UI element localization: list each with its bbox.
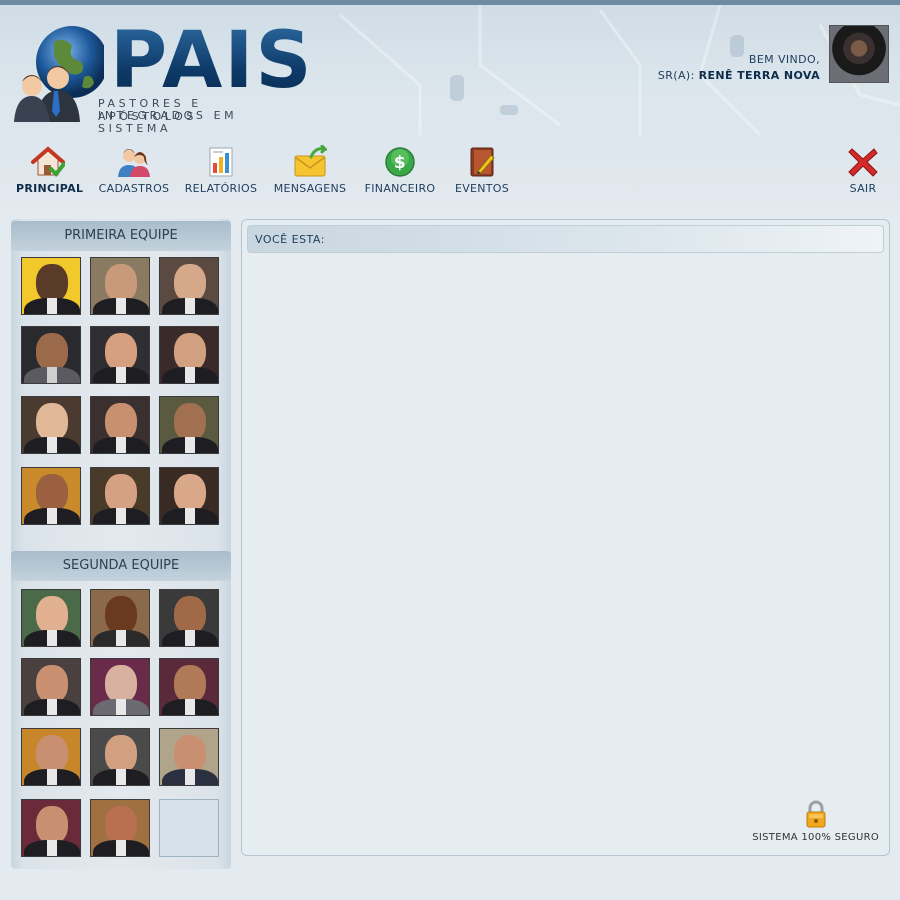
team1-member-photo[interactable] [90, 467, 150, 525]
team2-member-photo[interactable] [159, 658, 219, 716]
team2-title: SEGUNDA EQUIPE [11, 551, 231, 581]
welcome-message: BEM VINDO, SR(A): RENÊ TERRA NOVA [658, 52, 820, 84]
team1-member-photo[interactable] [90, 326, 150, 384]
welcome-line: BEM VINDO, [748, 53, 820, 66]
menu-item-mensagens[interactable]: MENSAGENS [272, 145, 348, 195]
logo-title: PAIS [110, 16, 314, 106]
envelope-icon [294, 145, 327, 177]
team1-member-photo[interactable] [21, 326, 81, 384]
menu-label-financeiro: FINANCEIRO [364, 182, 436, 195]
menu-item-principal[interactable]: PRINCIPAL [16, 145, 84, 195]
team1-member-photo[interactable] [90, 396, 150, 454]
pais-logo[interactable]: PAIS PASTORES E APÓSTOLOS INTEGRADOS EM … [14, 16, 312, 135]
team2-member-photo[interactable] [90, 658, 150, 716]
logout-label: SAIR [849, 182, 877, 195]
menu-label-eventos: EVENTOS [454, 182, 510, 195]
team1-member-photo[interactable] [21, 257, 81, 315]
user-prefix: SR(A): [657, 69, 695, 82]
team2-member-photo[interactable] [21, 728, 81, 786]
user-avatar[interactable] [829, 25, 889, 83]
menu-label-cadastros: CADASTROS [98, 182, 170, 195]
red-x-icon [848, 148, 878, 177]
user-line: SR(A): RENÊ TERRA NOVA [658, 68, 820, 84]
main-menu: PRINCIPAL CADASTROS RELATÓRIOS MENSAGENS… [0, 145, 900, 205]
user-name: RENÊ TERRA NOVA [698, 69, 820, 82]
menu-item-relatorios[interactable]: RELATÓRIOS [183, 145, 259, 195]
page-header: PAIS PASTORES E APÓSTOLOS INTEGRADOS EM … [0, 0, 900, 210]
breadcrumb: VOCÊ ESTA: [247, 225, 884, 253]
team2-member-photo[interactable] [21, 799, 81, 857]
menu-label-mensagens: MENSAGENS [273, 182, 347, 195]
team1-member-photo[interactable] [159, 257, 219, 315]
logo-subtitle-line2: INTEGRADOS EM SISTEMA [98, 109, 238, 135]
main-content-panel: VOCÊ ESTA: SISTEMA 100% SEGURO [241, 219, 890, 856]
home-icon [31, 146, 65, 177]
team2-member-photo[interactable] [159, 728, 219, 786]
menu-item-cadastros[interactable]: CADASTROS [98, 145, 170, 195]
team2-member-photo[interactable] [21, 589, 81, 647]
team1-member-photo[interactable] [21, 467, 81, 525]
secure-system-badge: SISTEMA 100% SEGURO [752, 800, 879, 843]
team1-member-photo[interactable] [159, 467, 219, 525]
team2-member-photo[interactable] [21, 658, 81, 716]
team1-member-photo[interactable] [90, 257, 150, 315]
dollar-coin-icon: $ [385, 147, 415, 177]
team-sidebar: PRIMEIRA EQUIPE SEGUNDA EQUIPE [11, 219, 231, 869]
team2-member-photo[interactable] [159, 589, 219, 647]
team1-member-photo[interactable] [159, 326, 219, 384]
report-chart-icon [209, 147, 233, 177]
svg-text:$: $ [394, 153, 406, 173]
globe-people-logo-icon [14, 26, 104, 122]
notebook-pencil-icon [470, 147, 495, 177]
team2-member-photo[interactable] [90, 589, 150, 647]
team1-title: PRIMEIRA EQUIPE [11, 221, 231, 251]
team1-member-photo[interactable] [159, 396, 219, 454]
users-icon [118, 149, 150, 177]
menu-label-principal: PRINCIPAL [16, 182, 84, 195]
menu-item-financeiro[interactable]: $ FINANCEIRO [363, 145, 437, 195]
padlock-icon [806, 800, 826, 828]
team2-empty-slot [159, 799, 219, 857]
team1-member-photo[interactable] [21, 396, 81, 454]
secure-text: SISTEMA 100% SEGURO [752, 832, 879, 843]
team2-member-photo[interactable] [90, 799, 150, 857]
team2-member-photo[interactable] [90, 728, 150, 786]
logout-button[interactable]: SAIR [842, 145, 884, 195]
menu-label-relatorios: RELATÓRIOS [184, 182, 258, 195]
menu-item-eventos[interactable]: EVENTOS [452, 145, 512, 195]
